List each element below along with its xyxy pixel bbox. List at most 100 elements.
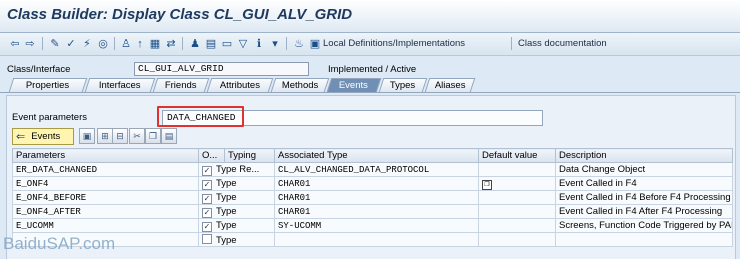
optional-checkbox[interactable]: ✓ [202,221,212,232]
associated-type[interactable]: CL_ALV_CHANGED_DATA_PROTOCOL [274,162,479,177]
typing-value[interactable]: Type [216,192,237,203]
forward-arrow-icon[interactable]: ⇨ [23,36,37,51]
associated-type[interactable]: SY-UCOMM [274,218,479,233]
typing-value[interactable]: Type Re... [216,164,259,175]
navigation-tree-icon[interactable]: ▾ [268,36,282,51]
parameter-name[interactable]: E_ONF4_BEFORE [12,190,199,205]
info-pin-icon[interactable]: ↑ [135,36,145,51]
delete-row-icon[interactable]: ⊟ [112,128,128,144]
description[interactable]: Data Change Object [555,162,733,177]
column-header-associated-type[interactable]: Associated Type [274,148,479,163]
typing-value[interactable]: Type [216,235,237,246]
highlight-box [157,106,244,127]
typing-cell: ✓ Type [198,190,275,205]
back-arrow-icon: ⇐ [16,131,26,143]
parameter-name[interactable]: E_ONF4_AFTER [12,204,199,219]
associated-type[interactable]: CHAR01 [274,190,479,205]
column-header-description[interactable]: Description [555,148,733,163]
default-value[interactable] [478,190,556,205]
object-list-icon[interactable]: ▦ [148,36,162,51]
table-row[interactable]: E_ONF4 ✓ Type CHAR01 ❐ Event Called in F4 [12,176,733,191]
tab-attributes[interactable]: Attributes [206,78,274,92]
local-definitions-button[interactable]: Local Definitions/Implementations [323,36,465,51]
parameter-name[interactable]: E_UCOMM [12,218,199,233]
application-toolbar: ⇦ ⇨ ✎ ✓ ⚡ ◎ ♙ ↑ ▦ ⇄ ♟ ▤ ▭ ▽ ℹ ▾ ♨ ▣ Loca… [0,33,740,56]
class-status: Implemented / Active [328,64,417,75]
description[interactable]: Event Called in F4 Before F4 Processing [555,190,733,205]
tab-label: Aliases [434,80,466,91]
back-arrow-icon[interactable]: ⇦ [8,36,22,51]
superclass-icon[interactable]: ♟ [188,36,202,51]
description[interactable]: Event Called in F4 After F4 Processing [555,204,733,219]
optional-checkbox[interactable]: ✓ [202,179,212,190]
column-header-optional[interactable]: O... [198,148,225,163]
insert-row-icon[interactable]: ⊞ [97,128,113,144]
table-row[interactable]: ER_DATA_CHANGED ✓ Type Re... CL_ALV_CHANG… [12,162,733,177]
check-icon[interactable]: ✓ [64,36,78,51]
default-value[interactable] [478,232,556,247]
table-row[interactable]: Type [12,232,733,247]
tab-label: Methods [281,80,319,91]
where-used-icon[interactable]: ◎ [96,36,110,51]
default-value[interactable] [478,218,556,233]
paste-icon[interactable]: ▤ [161,128,177,144]
description[interactable] [555,232,733,247]
typing-value[interactable]: Type [216,206,237,217]
column-header-typing[interactable]: Typing [224,148,275,163]
associated-type[interactable] [274,232,479,247]
default-value[interactable] [478,204,556,219]
detail-view-icon[interactable]: ▣ [79,128,95,144]
events-button[interactable]: ⇐ Events [12,128,74,145]
toolbar-separator [511,37,512,50]
table-row[interactable]: E_UCOMM ✓ Type SY-UCOMM Screens, Function… [12,218,733,233]
tab-label: Attributes [219,80,260,91]
optional-checkbox[interactable]: ✓ [202,207,212,218]
inheritance-icon[interactable]: ♨ [292,36,306,51]
activate-icon[interactable]: ⚡ [80,36,94,51]
associated-type[interactable]: CHAR01 [274,176,479,191]
cut-icon[interactable]: ✂ [129,128,145,144]
window-icon[interactable]: ▭ [220,36,234,51]
class-diagram-icon[interactable]: ▤ [204,36,218,51]
tab-aliases[interactable]: Aliases [424,78,476,92]
toolbar-separator [42,37,43,50]
info-icon[interactable]: ℹ [252,36,266,51]
local-definitions-icon[interactable]: ▣ [308,36,322,51]
typing-cell: ✓ Type [198,176,275,191]
optional-checkbox[interactable]: ✓ [202,193,212,204]
hierarchy-icon[interactable]: ♙ [119,36,133,51]
parameter-name[interactable]: E_ONF4 [12,176,199,191]
default-value[interactable] [478,162,556,177]
tab-types[interactable]: Types [378,78,428,92]
typing-value[interactable]: Type [216,178,237,189]
tab-interfaces[interactable]: Interfaces [84,78,156,92]
title-bar: Class Builder: Display Class CL_GUI_ALV_… [0,0,740,33]
class-interface-label: Class/Interface [7,64,71,75]
description[interactable]: Screens, Function Code Triggered by PAI [555,218,733,233]
display-change-icon[interactable]: ✎ [48,36,62,51]
tab-methods[interactable]: Methods [270,78,330,92]
typing-value[interactable]: Type [216,220,237,231]
table-row[interactable]: E_ONF4_BEFORE ✓ Type CHAR01 Event Called … [12,190,733,205]
class-documentation-button[interactable]: Class documentation [518,36,607,51]
optional-checkbox[interactable]: ✓ [202,165,212,176]
default-value-cell[interactable]: ❐ [478,176,556,191]
filter-icon[interactable]: ▽ [236,36,250,51]
table-row[interactable]: E_ONF4_AFTER ✓ Type CHAR01 Event Called i… [12,204,733,219]
parameter-name[interactable]: ER_DATA_CHANGED [12,162,199,177]
column-header-default-value[interactable]: Default value [478,148,556,163]
optional-checkbox[interactable] [202,233,212,244]
tab-properties[interactable]: Properties [8,78,88,92]
tab-events[interactable]: Events [326,78,382,92]
tab-label: Friends [164,80,197,91]
events-panel: Event parameters DATA_CHANGED ⇐ Events ▣… [6,95,736,259]
navigate-icon[interactable]: ⇄ [164,36,178,51]
associated-type[interactable]: CHAR01 [274,204,479,219]
column-header-parameters[interactable]: Parameters [12,148,199,163]
value-help-icon[interactable]: ❐ [482,179,492,190]
description[interactable]: Event Called in F4 [555,176,733,191]
tab-friends[interactable]: Friends [152,78,210,92]
tab-label: Events [339,80,369,91]
copy-icon[interactable]: ❐ [145,128,161,144]
class-interface-field[interactable]: CL_GUI_ALV_GRID [134,62,309,76]
